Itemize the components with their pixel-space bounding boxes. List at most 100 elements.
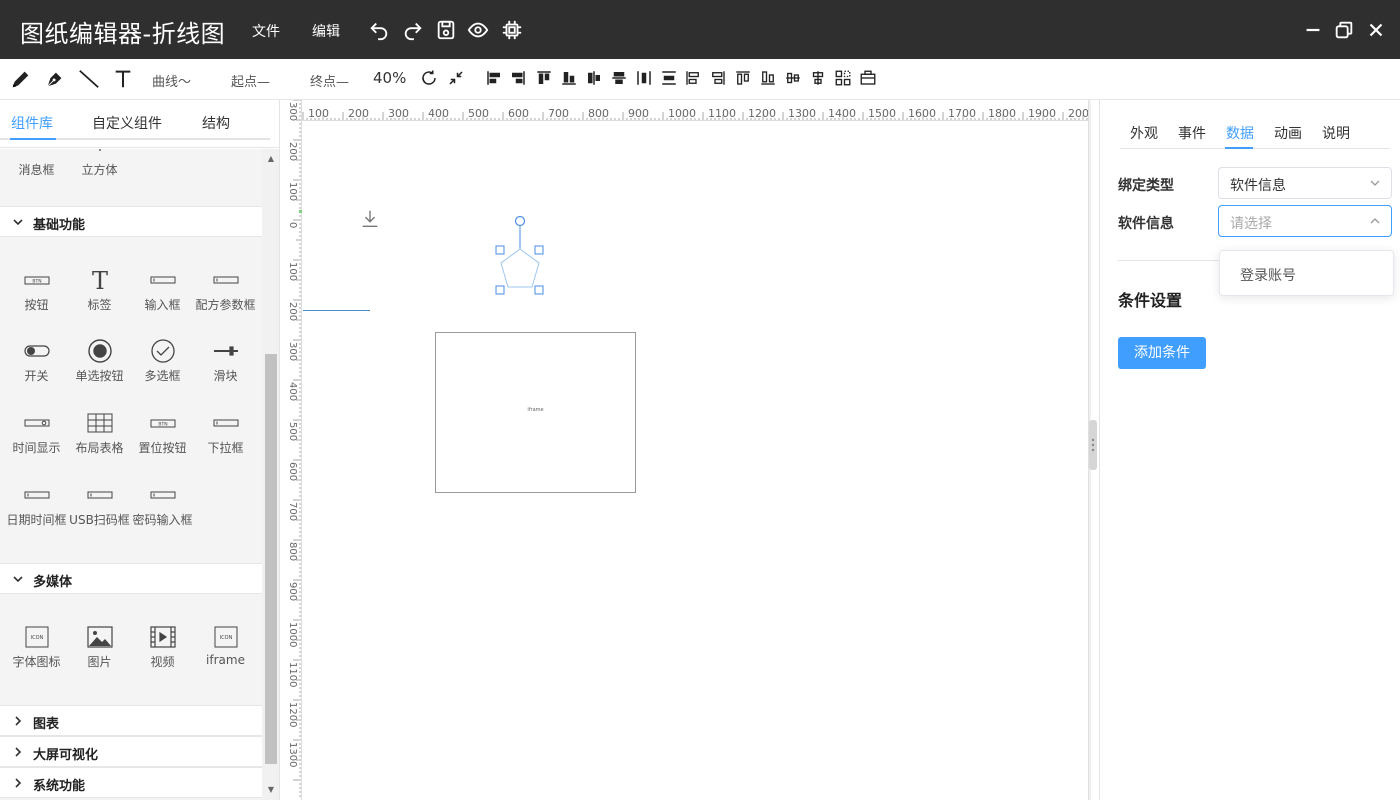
line-start-select[interactable]: 起点— bbox=[231, 71, 270, 90]
redo-icon[interactable] bbox=[402, 19, 424, 41]
component-video[interactable]: 视频 bbox=[131, 625, 194, 670]
dropdown-option-login-account[interactable]: 登录账号 bbox=[1240, 265, 1296, 285]
component-usb-scanner[interactable]: USB扫码框 bbox=[68, 483, 131, 528]
curve-type-select[interactable]: 曲线〜 bbox=[152, 71, 191, 90]
center-bracket-v-icon[interactable] bbox=[809, 69, 827, 87]
tab-custom-components[interactable]: 自定义组件 bbox=[92, 113, 162, 133]
reset-zoom-icon[interactable] bbox=[420, 69, 438, 87]
group-icon[interactable] bbox=[834, 69, 852, 87]
tab-animation[interactable]: 动画 bbox=[1274, 123, 1302, 143]
polyline-segment[interactable] bbox=[303, 310, 370, 311]
component-recipe-param[interactable]: 配方参数框 bbox=[194, 268, 257, 313]
tab-appearance[interactable]: 外观 bbox=[1130, 123, 1158, 143]
component-datetime[interactable]: 日期时间框 bbox=[5, 483, 68, 528]
component-iframe[interactable]: ICON iframe bbox=[194, 625, 257, 667]
tab-events[interactable]: 事件 bbox=[1178, 123, 1206, 143]
iframe-element[interactable]: iframe bbox=[435, 332, 636, 493]
binding-type-select[interactable]: 软件信息 bbox=[1218, 167, 1392, 199]
tab-description[interactable]: 说明 bbox=[1322, 123, 1350, 143]
shrink-icon[interactable] bbox=[447, 69, 465, 87]
ruler-tick-label: 700 bbox=[548, 107, 569, 120]
component-panel: 组件库 自定义组件 结构 消息框 立方体 基础功能 BTN 按钮 T 标签 输入… bbox=[0, 100, 280, 800]
section-basic-functions[interactable]: 基础功能 bbox=[0, 206, 262, 237]
pencil-icon[interactable] bbox=[10, 68, 32, 90]
component-input[interactable]: 输入框 bbox=[131, 268, 194, 313]
drawing-canvas[interactable]: 3001002003004005006007008009001000110012… bbox=[281, 100, 1099, 800]
line-end-select[interactable]: 终点— bbox=[310, 71, 349, 90]
zoom-level[interactable]: 40% bbox=[373, 69, 406, 87]
component-label[interactable]: T 标签 bbox=[68, 267, 131, 313]
component-password-input[interactable]: 密码输入框 bbox=[131, 483, 194, 528]
section-charts[interactable]: 图表 bbox=[0, 705, 262, 736]
selected-pentagon-shape[interactable] bbox=[491, 213, 551, 298]
component-set-button[interactable]: BTN 置位按钮 bbox=[131, 411, 194, 456]
app-title: 图纸编辑器-折线图 bbox=[20, 20, 226, 48]
ruler-tick-label: 1700 bbox=[948, 107, 976, 120]
chevron-right-icon bbox=[12, 746, 24, 758]
section-big-screen[interactable]: 大屏可视化 bbox=[0, 736, 262, 767]
bottom-bracket-align-icon[interactable] bbox=[759, 69, 777, 87]
component-image[interactable]: 图片 bbox=[68, 625, 131, 670]
line-icon[interactable] bbox=[78, 68, 100, 90]
software-info-select[interactable]: 请选择 bbox=[1218, 205, 1392, 237]
align-top-icon[interactable] bbox=[535, 69, 553, 87]
center-bracket-h-icon[interactable] bbox=[784, 69, 802, 87]
left-bracket-align-icon[interactable] bbox=[684, 69, 702, 87]
top-bracket-align-icon[interactable] bbox=[734, 69, 752, 87]
tab-structure[interactable]: 结构 bbox=[202, 113, 230, 133]
section-multimedia[interactable]: 多媒体 bbox=[0, 563, 262, 594]
component-slider[interactable]: 滑块 bbox=[194, 339, 257, 384]
right-bracket-align-icon[interactable] bbox=[709, 69, 727, 87]
preview-eye-icon[interactable] bbox=[467, 19, 489, 41]
section-system-functions[interactable]: 系统功能 bbox=[0, 767, 262, 798]
scroll-up-icon[interactable]: ▲ bbox=[266, 155, 276, 163]
title-bar: 图纸编辑器-折线图 文件 编辑 bbox=[0, 0, 1400, 59]
panel-resize-handle[interactable] bbox=[1089, 420, 1097, 470]
recipe-param-icon bbox=[211, 268, 241, 292]
component-radio[interactable]: 单选按钮 bbox=[68, 339, 131, 384]
slider-icon bbox=[211, 339, 241, 363]
component-button[interactable]: BTN 按钮 bbox=[5, 268, 68, 313]
add-condition-button[interactable]: 添加条件 bbox=[1118, 337, 1206, 369]
menu-edit[interactable]: 编辑 bbox=[312, 21, 340, 41]
tab-data[interactable]: 数据 bbox=[1226, 123, 1254, 143]
properties-panel: 外观 事件 数据 动画 说明 绑定类型 软件信息 软件信息 请选择 条件设置 添… bbox=[1099, 100, 1400, 800]
ungroup-icon[interactable] bbox=[859, 69, 877, 87]
align-center-h-icon[interactable] bbox=[585, 69, 603, 87]
left-panel-tabs: 组件库 自定义组件 结构 bbox=[0, 100, 279, 148]
undo-icon[interactable] bbox=[368, 19, 390, 41]
minimize-icon[interactable] bbox=[1302, 19, 1324, 41]
component-checkbox[interactable]: 多选框 bbox=[131, 339, 194, 384]
download-icon[interactable] bbox=[359, 208, 381, 230]
ruler-tick-label: 1800 bbox=[988, 107, 1016, 120]
text-tool-icon[interactable] bbox=[112, 68, 134, 90]
component-message-box[interactable]: 消息框 bbox=[5, 149, 68, 178]
menu-file[interactable]: 文件 bbox=[252, 21, 280, 41]
close-icon[interactable] bbox=[1365, 19, 1387, 41]
ruler-tick-label: 1200 bbox=[287, 702, 298, 728]
component-list: 消息框 立方体 基础功能 BTN 按钮 T 标签 输入框 配方参数框 开关 单选… bbox=[0, 149, 262, 800]
tab-component-library[interactable]: 组件库 bbox=[11, 113, 53, 133]
drawing-toolbar: 曲线〜 起点— 终点— 40% bbox=[0, 59, 1400, 100]
component-font-icon[interactable]: ICON 字体图标 bbox=[5, 625, 68, 670]
restore-icon[interactable] bbox=[1333, 19, 1355, 41]
align-center-v-icon[interactable] bbox=[610, 69, 628, 87]
scrollbar-thumb[interactable] bbox=[265, 354, 277, 764]
pen-icon[interactable] bbox=[44, 68, 66, 90]
ruler-tick-label: 500 bbox=[287, 422, 298, 442]
component-switch[interactable]: 开关 bbox=[5, 339, 68, 384]
distribute-v-icon[interactable] bbox=[660, 69, 678, 87]
component-list-scrollbar[interactable]: ▲ ▼ bbox=[262, 149, 279, 800]
ruler-tick-label: 300 bbox=[287, 342, 298, 362]
component-time-display[interactable]: 时间显示 bbox=[5, 411, 68, 456]
chip-icon[interactable] bbox=[501, 19, 523, 41]
component-cube[interactable]: 立方体 bbox=[68, 149, 131, 178]
align-left-icon[interactable] bbox=[485, 69, 503, 87]
component-dropdown[interactable]: 下拉框 bbox=[194, 411, 257, 456]
distribute-h-icon[interactable] bbox=[635, 69, 653, 87]
save-icon[interactable] bbox=[435, 19, 457, 41]
align-bottom-icon[interactable] bbox=[560, 69, 578, 87]
component-layout-table[interactable]: 布局表格 bbox=[68, 411, 131, 456]
align-right-icon[interactable] bbox=[509, 69, 527, 87]
scroll-down-icon[interactable]: ▼ bbox=[266, 786, 276, 794]
